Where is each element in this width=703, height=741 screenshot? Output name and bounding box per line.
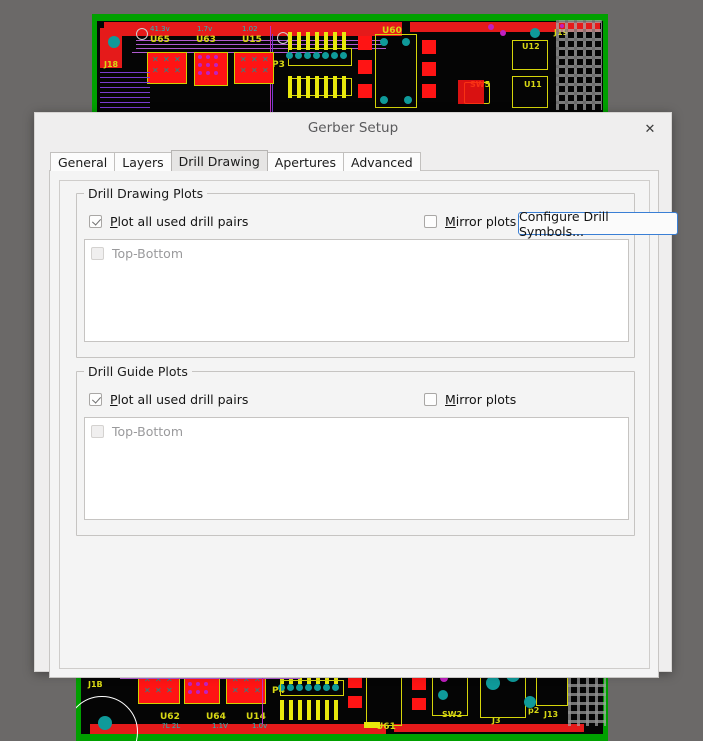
guide-plot-all-text: lot all used drill pairs (117, 392, 249, 407)
screen: 41.3v 1.7v 1.02 U65 U63 U15 U60 P3 SW5 U… (0, 0, 703, 741)
drawing-mirror-checkbox[interactable] (424, 215, 437, 228)
tab-layers[interactable]: Layers (114, 152, 172, 171)
guide-plot-all-mnemonic: P (110, 392, 118, 407)
drill-guide-pairs-list[interactable]: Top-Bottom (84, 417, 629, 520)
pcb-board-top: 41.3v 1.7v 1.02 U65 U63 U15 U60 P3 SW5 U… (92, 14, 608, 114)
group-drill-guide-plots-title: Drill Guide Plots (84, 364, 192, 379)
drawing-mirror-label: Mirror plots (445, 214, 516, 229)
guide-mirror-checkbox[interactable] (424, 393, 437, 406)
tab-advanced[interactable]: Advanced (343, 152, 421, 171)
group-drill-drawing-plots-title: Drill Drawing Plots (84, 186, 208, 201)
drawing-mirror-mnemonic: M (445, 214, 456, 229)
group-drill-guide-plots: Drill Guide Plots Plot all used drill pa… (76, 364, 635, 536)
guide-plot-all-row[interactable]: Plot all used drill pairs (89, 392, 248, 407)
drill-drawing-pairs-list[interactable]: Top-Bottom (84, 239, 629, 342)
tab-bar: General Layers Drill Drawing Apertures A… (50, 150, 421, 171)
tab-general[interactable]: General (50, 152, 116, 171)
guide-mirror-label: Mirror plots (445, 392, 516, 407)
dialog-title: Gerber Setup (307, 120, 399, 136)
drawing-plot-all-text: lot all used drill pairs (117, 214, 249, 229)
close-icon[interactable]: ✕ (639, 119, 661, 139)
configure-drill-symbols-button[interactable]: Configure Drill Symbols... (518, 209, 678, 239)
guide-mirror-text: irror plots (455, 392, 517, 407)
guide-pair-label: Top-Bottom (112, 424, 184, 439)
drawing-plot-all-row[interactable]: Plot all used drill pairs (89, 214, 248, 229)
drawing-plot-all-checkbox[interactable] (89, 215, 102, 228)
tab-panel-drill-drawing: Drill Drawing Plots Plot all used drill … (49, 170, 678, 678)
drawing-plot-all-mnemonic: P (110, 214, 118, 229)
group-drill-drawing-plots: Drill Drawing Plots Plot all used drill … (76, 186, 678, 358)
drawing-mirror-text: irror plots (455, 214, 517, 229)
drill-drawing-inner-panel: Drill Drawing Plots Plot all used drill … (59, 180, 678, 669)
guide-mirror-mnemonic: M (445, 392, 456, 407)
guide-mirror-row[interactable]: Mirror plots (424, 392, 516, 407)
tab-drill-drawing[interactable]: Drill Drawing (170, 150, 268, 171)
drawing-mirror-row[interactable]: Mirror plots (424, 214, 516, 229)
drawing-plot-all-label: Plot all used drill pairs (110, 214, 248, 229)
guide-pair-checkbox[interactable] (91, 425, 104, 438)
tab-apertures[interactable]: Apertures (266, 152, 344, 171)
list-item[interactable]: Top-Bottom (91, 424, 183, 439)
drawing-pair-checkbox[interactable] (91, 247, 104, 260)
drawing-pair-label: Top-Bottom (112, 246, 184, 261)
gerber-setup-dialog: Gerber Setup ✕ General Layers Drill Draw… (34, 112, 678, 678)
guide-plot-all-label: Plot all used drill pairs (110, 392, 248, 407)
guide-plot-all-checkbox[interactable] (89, 393, 102, 406)
dialog-titlebar: Gerber Setup ✕ (35, 113, 671, 145)
list-item[interactable]: Top-Bottom (91, 246, 183, 261)
